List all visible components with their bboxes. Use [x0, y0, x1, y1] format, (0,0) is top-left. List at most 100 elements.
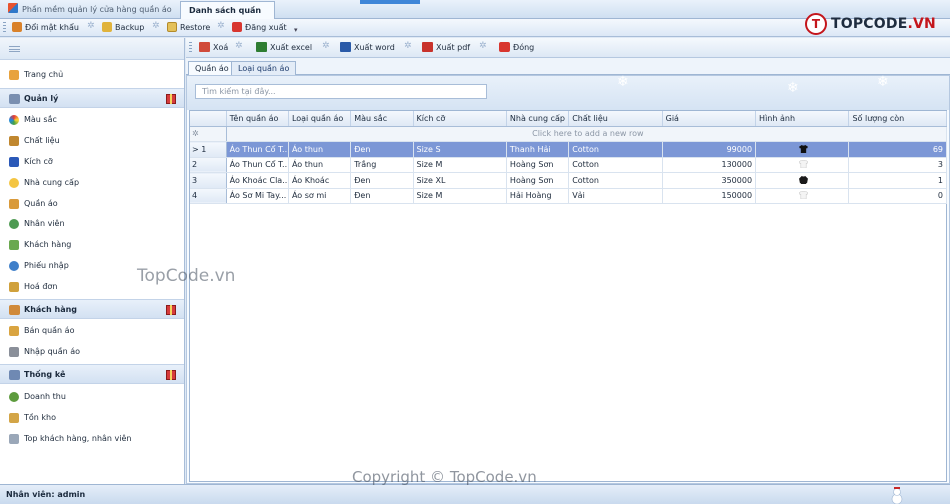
- cell-type[interactable]: Áo Khoác: [288, 172, 352, 189]
- cell-qty[interactable]: 3: [848, 157, 947, 173]
- cell-type[interactable]: Áo sơ mi: [288, 188, 352, 204]
- table-row[interactable]: 3 Áo Khoác Cla... Áo Khoác Đen Size XL H…: [190, 172, 947, 189]
- tab-quan-ao[interactable]: Quần áo: [188, 61, 236, 76]
- key-icon: [12, 22, 22, 32]
- cell-qty[interactable]: 0: [848, 188, 947, 204]
- column-header[interactable]: Loại quần áo: [288, 111, 352, 127]
- change-password-button[interactable]: Đổi mật khẩu: [12, 20, 79, 36]
- add-new-row[interactable]: ✲ Click here to add a new row: [190, 126, 948, 142]
- employee-icon: [9, 219, 19, 229]
- sidebar-item-doanh-thu[interactable]: Doanh thu: [0, 387, 184, 407]
- column-header[interactable]: Màu sắc: [350, 111, 414, 127]
- toolbar-grip[interactable]: [189, 42, 192, 54]
- cell-size[interactable]: Size M: [413, 188, 507, 204]
- sidebar-item-nhan-vien[interactable]: Nhân viên: [0, 214, 184, 234]
- sidebar-item-ton-kho[interactable]: Tồn kho: [0, 408, 184, 428]
- sidebar-item-quan-ao[interactable]: Quần áo: [0, 194, 184, 214]
- cell-material[interactable]: Cotton: [568, 141, 663, 158]
- cell-type[interactable]: Áo thun: [288, 141, 352, 158]
- cell-material[interactable]: Vải: [568, 188, 663, 204]
- cell-name[interactable]: Áo Thun Cổ T...: [226, 157, 289, 173]
- cell-type[interactable]: Áo thun: [288, 157, 352, 173]
- main-area: Xoá ✲ Xuất excel ✲ Xuất word ✲ Xuất pdf …: [186, 38, 950, 484]
- cell-image[interactable]: [755, 141, 850, 158]
- cell-price[interactable]: 99000: [662, 141, 757, 158]
- cell-qty[interactable]: 69: [848, 141, 947, 158]
- cell-size[interactable]: Size S: [413, 141, 507, 158]
- cell-name[interactable]: Áo Thun Cổ T...: [226, 141, 289, 158]
- sidebar-group-thong-ke[interactable]: Thống kê: [0, 364, 184, 384]
- sidebar-item-top-khach-hang[interactable]: Top khách hàng, nhân viên: [0, 429, 184, 449]
- sidebar-item-nhap-quan-ao[interactable]: Nhập quần áo: [0, 342, 184, 362]
- column-header[interactable]: Nhà cung cấp: [506, 111, 570, 127]
- cell-price[interactable]: 350000: [662, 172, 757, 189]
- sidebar-item-chat-lieu[interactable]: Chất liệu: [0, 131, 184, 151]
- row-index: 2: [192, 160, 198, 170]
- sidebar-item-kich-co[interactable]: Kích cỡ: [0, 152, 184, 172]
- cell-color[interactable]: Đen: [350, 141, 414, 158]
- sidebar-group-label: Quản lý: [24, 94, 59, 103]
- status-user: Nhân viên: admin: [6, 490, 86, 499]
- restore-button[interactable]: Restore: [167, 20, 210, 36]
- row-indicator[interactable]: 3: [190, 172, 227, 189]
- delete-button[interactable]: Xoá: [199, 40, 228, 56]
- export-pdf-button[interactable]: Xuất pdf: [422, 40, 470, 56]
- cell-supplier[interactable]: Hoàng Sơn: [506, 157, 570, 173]
- app-tab[interactable]: Phần mềm quản lý cửa hàng quần áo: [0, 1, 180, 19]
- cell-material[interactable]: Cotton: [568, 157, 663, 173]
- logout-button[interactable]: Đăng xuất: [232, 20, 287, 36]
- separator-icon: ✲: [87, 21, 95, 31]
- export-excel-button[interactable]: Xuất excel: [256, 40, 312, 56]
- toolbar-grip[interactable]: [3, 22, 6, 34]
- cell-material[interactable]: Cotton: [568, 172, 663, 189]
- menu-icon[interactable]: [9, 46, 20, 52]
- cell-image[interactable]: [755, 172, 850, 189]
- backup-label: Backup: [115, 23, 145, 32]
- cell-size[interactable]: Size XL: [413, 172, 507, 189]
- cell-supplier[interactable]: Hoàng Sơn: [506, 172, 570, 189]
- cell-color[interactable]: Trắng: [350, 157, 414, 173]
- snowflake-icon: ❄: [787, 80, 799, 96]
- export-word-button[interactable]: Xuất word: [340, 40, 395, 56]
- cell-image[interactable]: [755, 157, 850, 173]
- sidebar-item-trang-chu[interactable]: Trang chủ: [0, 65, 184, 85]
- backup-button[interactable]: Backup: [102, 20, 144, 36]
- column-header[interactable]: Chất liệu: [568, 111, 663, 127]
- cell-qty[interactable]: 1: [848, 172, 947, 189]
- add-row-text[interactable]: Click here to add a new row: [226, 126, 948, 142]
- close-button[interactable]: Đóng: [499, 40, 534, 56]
- cell-color[interactable]: Đen: [350, 188, 414, 204]
- cell-color[interactable]: Đen: [350, 172, 414, 189]
- sidebar-group-quan-ly[interactable]: Quản lý: [0, 88, 184, 108]
- search-input[interactable]: Tìm kiếm tại đây...: [195, 84, 487, 99]
- table-row[interactable]: 2 Áo Thun Cổ T... Áo thun Trắng Size M H…: [190, 157, 947, 173]
- cell-supplier[interactable]: Hải Hoàng: [506, 188, 570, 204]
- cell-supplier[interactable]: Thanh Hải: [506, 141, 570, 158]
- sidebar-item-khach-hang[interactable]: Khách hàng: [0, 235, 184, 255]
- column-header[interactable]: Kích cỡ: [413, 111, 507, 127]
- cell-name[interactable]: Áo Sơ Mi Tay...: [226, 188, 289, 204]
- column-header[interactable]: Giá: [662, 111, 757, 127]
- cell-size[interactable]: Size M: [413, 157, 507, 173]
- table-row[interactable]: 4 Áo Sơ Mi Tay... Áo sơ mi Đen Size M Hả…: [190, 188, 947, 204]
- cell-name[interactable]: Áo Khoác Cla...: [226, 172, 289, 189]
- sidebar-item-mau-sac[interactable]: Màu sắc: [0, 110, 184, 130]
- sidebar-item-label: Top khách hàng, nhân viên: [24, 434, 132, 443]
- tab-danh-sach-quan-ao[interactable]: Danh sách quần áo: [180, 1, 275, 32]
- column-header[interactable]: Số lượng còn: [848, 111, 947, 127]
- cell-price[interactable]: 130000: [662, 157, 757, 173]
- row-indicator[interactable]: > 1: [190, 141, 227, 158]
- cell-price[interactable]: 150000: [662, 188, 757, 204]
- tab-loai-quan-ao[interactable]: Loại quần áo: [231, 61, 297, 76]
- row-indicator[interactable]: 2: [190, 157, 227, 173]
- table-row[interactable]: > 1 Áo Thun Cổ T... Áo thun Đen Size S T…: [190, 141, 947, 158]
- sidebar-item-nha-cung-cap[interactable]: Nhà cung cấp: [0, 173, 184, 193]
- grid-table: Tên quần áo Loại quần áo Màu sắc Kích cỡ…: [190, 111, 948, 204]
- sidebar-group-khach-hang[interactable]: Khách hàng: [0, 299, 184, 319]
- column-header[interactable]: Hình ảnh: [755, 111, 850, 127]
- sidebar-item-ban-quan-ao[interactable]: Bán quần áo: [0, 321, 184, 341]
- chevron-down-icon[interactable]: ▾: [294, 26, 298, 34]
- column-header[interactable]: Tên quần áo: [226, 111, 289, 127]
- row-indicator[interactable]: 4: [190, 188, 227, 204]
- cell-image[interactable]: [755, 188, 850, 204]
